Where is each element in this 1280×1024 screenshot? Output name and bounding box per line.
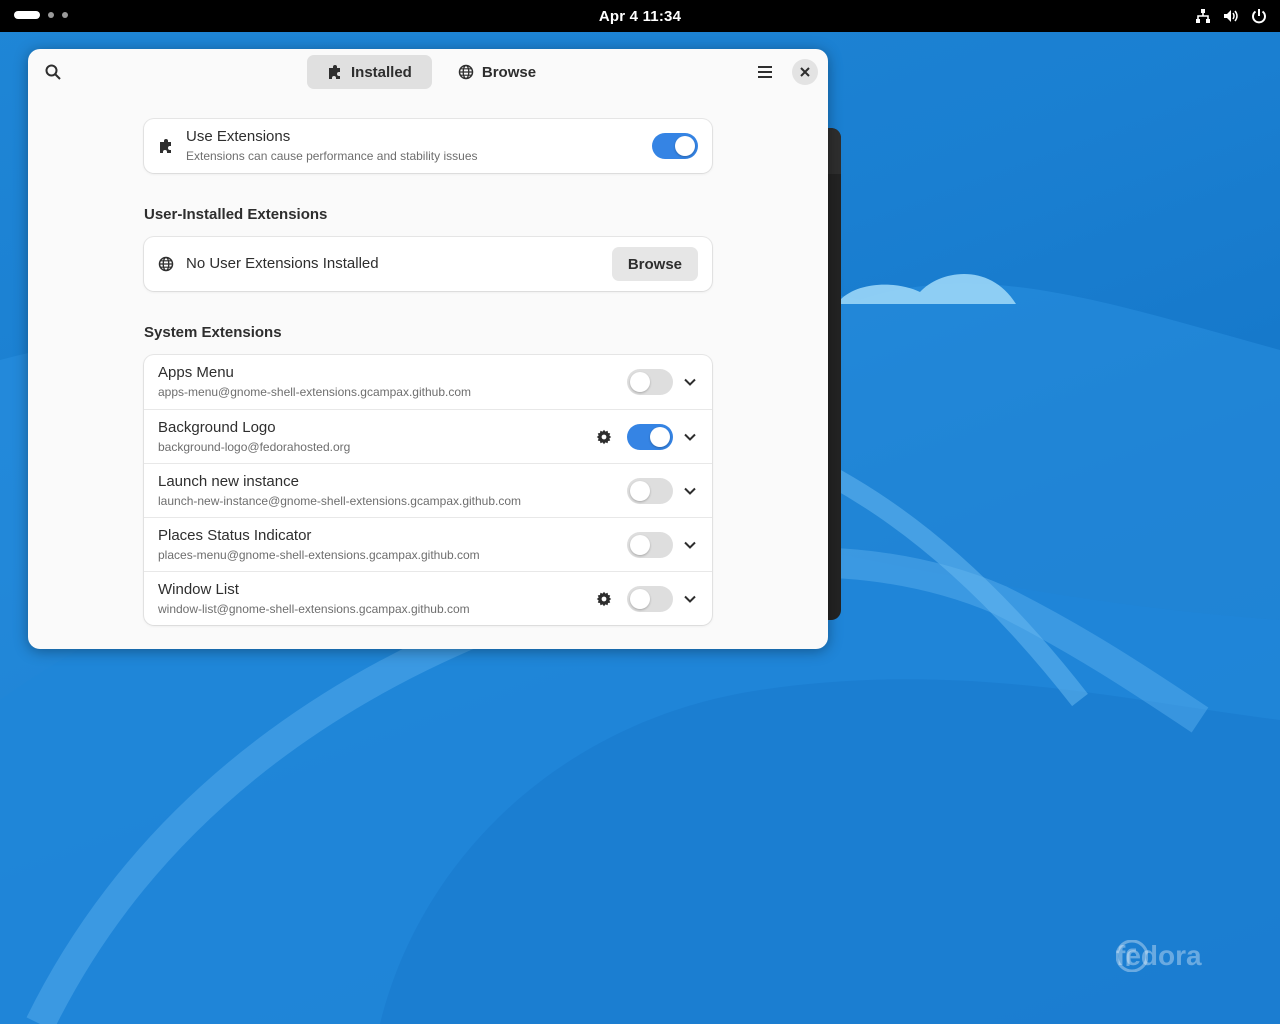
extensions-window: Installed Browse Use Extensions Extensio… bbox=[28, 49, 828, 649]
tab-browse-label: Browse bbox=[481, 63, 537, 81]
clock[interactable]: Apr 4 11:34 bbox=[599, 8, 681, 25]
fedora-watermark: fedora bbox=[1116, 940, 1202, 972]
extension-name: Apps Menu bbox=[158, 364, 234, 381]
user-extensions-card: No User Extensions Installed Browse bbox=[144, 237, 712, 291]
chevron-down-icon[interactable] bbox=[682, 483, 698, 499]
extension-name: Background Logo bbox=[158, 419, 276, 436]
globe-icon bbox=[158, 256, 174, 272]
use-extensions-toggle[interactable] bbox=[652, 133, 698, 159]
power-icon[interactable] bbox=[1250, 6, 1268, 26]
close-icon bbox=[800, 67, 810, 77]
use-extensions-subtitle: Extensions can cause performance and sta… bbox=[186, 149, 478, 163]
extension-toggle[interactable] bbox=[627, 532, 673, 558]
extension-toggle[interactable] bbox=[627, 369, 673, 395]
search-icon bbox=[45, 64, 61, 80]
chevron-down-icon[interactable] bbox=[682, 591, 698, 607]
extension-toggle[interactable] bbox=[627, 586, 673, 612]
tab-installed-label: Installed bbox=[351, 63, 412, 81]
extension-row-launch-new-instance[interactable]: Launch new instance launch-new-instance@… bbox=[144, 463, 712, 517]
no-user-extensions-label: No User Extensions Installed bbox=[186, 255, 379, 272]
extension-name: Window List bbox=[158, 581, 239, 598]
extension-row-places-status-indicator[interactable]: Places Status Indicator places-menu@gnom… bbox=[144, 517, 712, 571]
system-extensions-list: Apps Menu apps-menu@gnome-shell-extensio… bbox=[144, 355, 712, 625]
close-button[interactable] bbox=[792, 59, 818, 85]
extension-toggle[interactable] bbox=[627, 424, 673, 450]
chevron-down-icon[interactable] bbox=[682, 374, 698, 390]
use-extensions-card: Use Extensions Extensions can cause perf… bbox=[144, 119, 712, 173]
tab-browse[interactable]: Browse bbox=[438, 55, 556, 89]
extension-uuid: window-list@gnome-shell-extensions.gcamp… bbox=[158, 602, 470, 616]
extension-name: Launch new instance bbox=[158, 473, 299, 490]
no-user-extensions-row: No User Extensions Installed Browse bbox=[144, 237, 712, 291]
extension-row-background-logo[interactable]: Background Logo background-logo@fedoraho… bbox=[144, 409, 712, 463]
search-button[interactable] bbox=[36, 55, 70, 89]
chevron-down-icon[interactable] bbox=[682, 429, 698, 445]
puzzle-icon bbox=[158, 138, 174, 154]
activities-indicator[interactable] bbox=[14, 11, 68, 19]
tab-installed[interactable]: Installed bbox=[307, 55, 432, 89]
browse-button[interactable]: Browse bbox=[611, 247, 698, 281]
extension-uuid: apps-menu@gnome-shell-extensions.gcampax… bbox=[158, 385, 472, 399]
user-extensions-heading: User-Installed Extensions bbox=[144, 206, 328, 223]
extension-uuid: background-logo@fedorahosted.org bbox=[158, 440, 351, 454]
extension-row-window-list[interactable]: Window List window-list@gnome-shell-exte… bbox=[144, 571, 712, 625]
chevron-down-icon[interactable] bbox=[682, 537, 698, 553]
top-bar: Apr 4 11:34 bbox=[0, 0, 1280, 32]
use-extensions-title: Use Extensions bbox=[186, 128, 291, 145]
system-extensions-heading: System Extensions bbox=[144, 324, 282, 341]
view-switcher: Installed Browse bbox=[307, 55, 556, 89]
hamburger-menu-icon bbox=[758, 66, 772, 78]
puzzle-icon bbox=[327, 64, 343, 80]
extension-uuid: places-menu@gnome-shell-extensions.gcamp… bbox=[158, 548, 480, 562]
volume-icon[interactable] bbox=[1222, 6, 1240, 26]
globe-icon bbox=[458, 64, 474, 80]
extension-uuid: launch-new-instance@gnome-shell-extensio… bbox=[158, 494, 522, 508]
network-wired-icon[interactable] bbox=[1194, 6, 1212, 26]
header-bar: Installed Browse bbox=[28, 49, 828, 95]
use-extensions-row: Use Extensions Extensions can cause perf… bbox=[144, 119, 712, 173]
gear-icon[interactable] bbox=[596, 429, 612, 445]
extension-toggle[interactable] bbox=[627, 478, 673, 504]
extension-row-apps-menu[interactable]: Apps Menu apps-menu@gnome-shell-extensio… bbox=[144, 355, 712, 409]
extension-name: Places Status Indicator bbox=[158, 527, 312, 544]
system-tray[interactable] bbox=[1194, 6, 1268, 26]
main-menu-button[interactable] bbox=[748, 55, 782, 89]
gear-icon[interactable] bbox=[596, 591, 612, 607]
main-content: Use Extensions Extensions can cause perf… bbox=[144, 119, 712, 625]
